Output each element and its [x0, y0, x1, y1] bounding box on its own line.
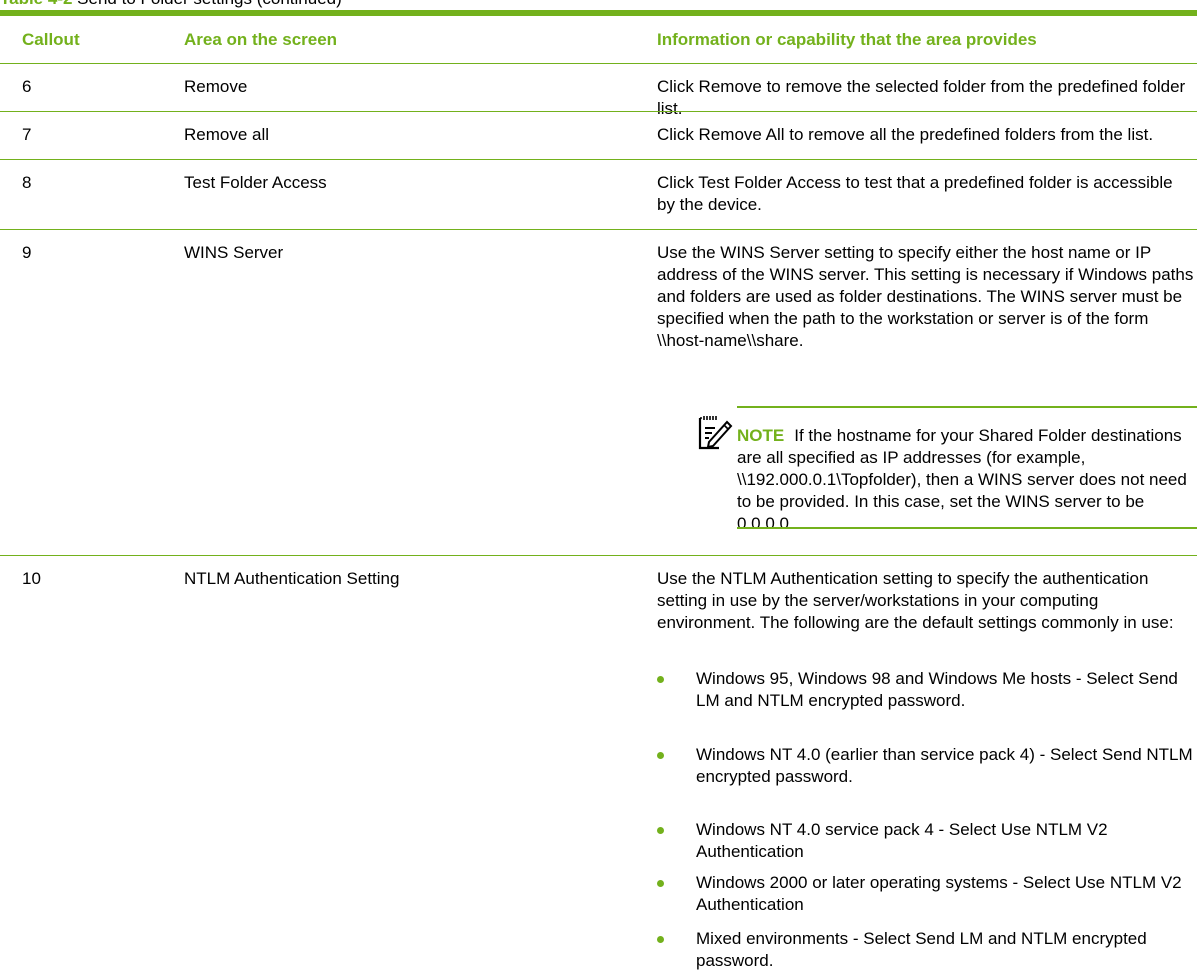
- header-info: Information or capability that the area …: [657, 30, 1037, 49]
- list-item-text: Mixed environments - Select Send LM and …: [696, 929, 1147, 970]
- row-7-area: Remove all: [184, 125, 270, 144]
- row-rule: [0, 159, 1197, 160]
- list-item-text: Windows NT 4.0 service pack 4 - Select U…: [696, 820, 1108, 861]
- note-label: NOTE: [737, 426, 785, 445]
- row-6-callout: 6: [22, 77, 32, 96]
- row-10-callout: 10: [22, 569, 41, 588]
- bullet-icon: [657, 752, 664, 759]
- header-callout: Callout: [22, 30, 80, 49]
- row-6-area: Remove: [184, 77, 248, 96]
- list-item-text: Windows 95, Windows 98 and Windows Me ho…: [696, 669, 1178, 710]
- row-8-callout: 8: [22, 173, 32, 192]
- table-caption: Table 4-2 Send to Folder settings (conti…: [0, 0, 342, 9]
- row-9-info: Use the WINS Server setting to specify e…: [657, 243, 1194, 350]
- table-caption-text: Send to Folder settings (continued): [77, 0, 342, 8]
- row-10-area: NTLM Authentication Setting: [184, 569, 400, 588]
- note-text: If the hostname for your Shared Folder d…: [737, 426, 1187, 533]
- note-pencil-icon: [697, 412, 733, 450]
- note-box: NOTE If the hostname for your Shared Fold…: [697, 406, 1197, 533]
- list-item-text: Windows NT 4.0 (earlier than service pac…: [696, 745, 1193, 786]
- row-rule: [0, 229, 1197, 230]
- row-8-info: Click Test Folder Access to test that a …: [657, 173, 1173, 214]
- row-7-info: Click Remove All to remove all the prede…: [657, 125, 1154, 144]
- list-item-text: Windows 2000 or later operating systems …: [696, 873, 1182, 914]
- row-9-callout: 9: [22, 243, 32, 262]
- row-rule: [0, 111, 1197, 112]
- row-6-info: Click Remove to remove the selected fold…: [657, 77, 1186, 118]
- header-area: Area on the screen: [184, 30, 338, 49]
- row-7-callout: 7: [22, 125, 32, 144]
- bullet-icon: [657, 676, 664, 683]
- row-9-area: WINS Server: [184, 243, 284, 262]
- table-top-rule: [0, 10, 1197, 16]
- header-rule: [0, 63, 1197, 64]
- note-top-rule: [737, 406, 1197, 408]
- row-8-area: Test Folder Access: [184, 173, 327, 192]
- bullet-icon: [657, 827, 664, 834]
- bullet-icon: [657, 880, 664, 887]
- row-10-info: Use the NTLM Authentication setting to s…: [657, 569, 1174, 632]
- row-rule: [0, 555, 1197, 556]
- table-caption-label: Table 4-2: [0, 0, 72, 8]
- bullet-icon: [657, 936, 664, 943]
- note-content: NOTE If the hostname for your Shared Fold…: [737, 425, 1197, 535]
- note-bottom-rule: [737, 527, 1197, 529]
